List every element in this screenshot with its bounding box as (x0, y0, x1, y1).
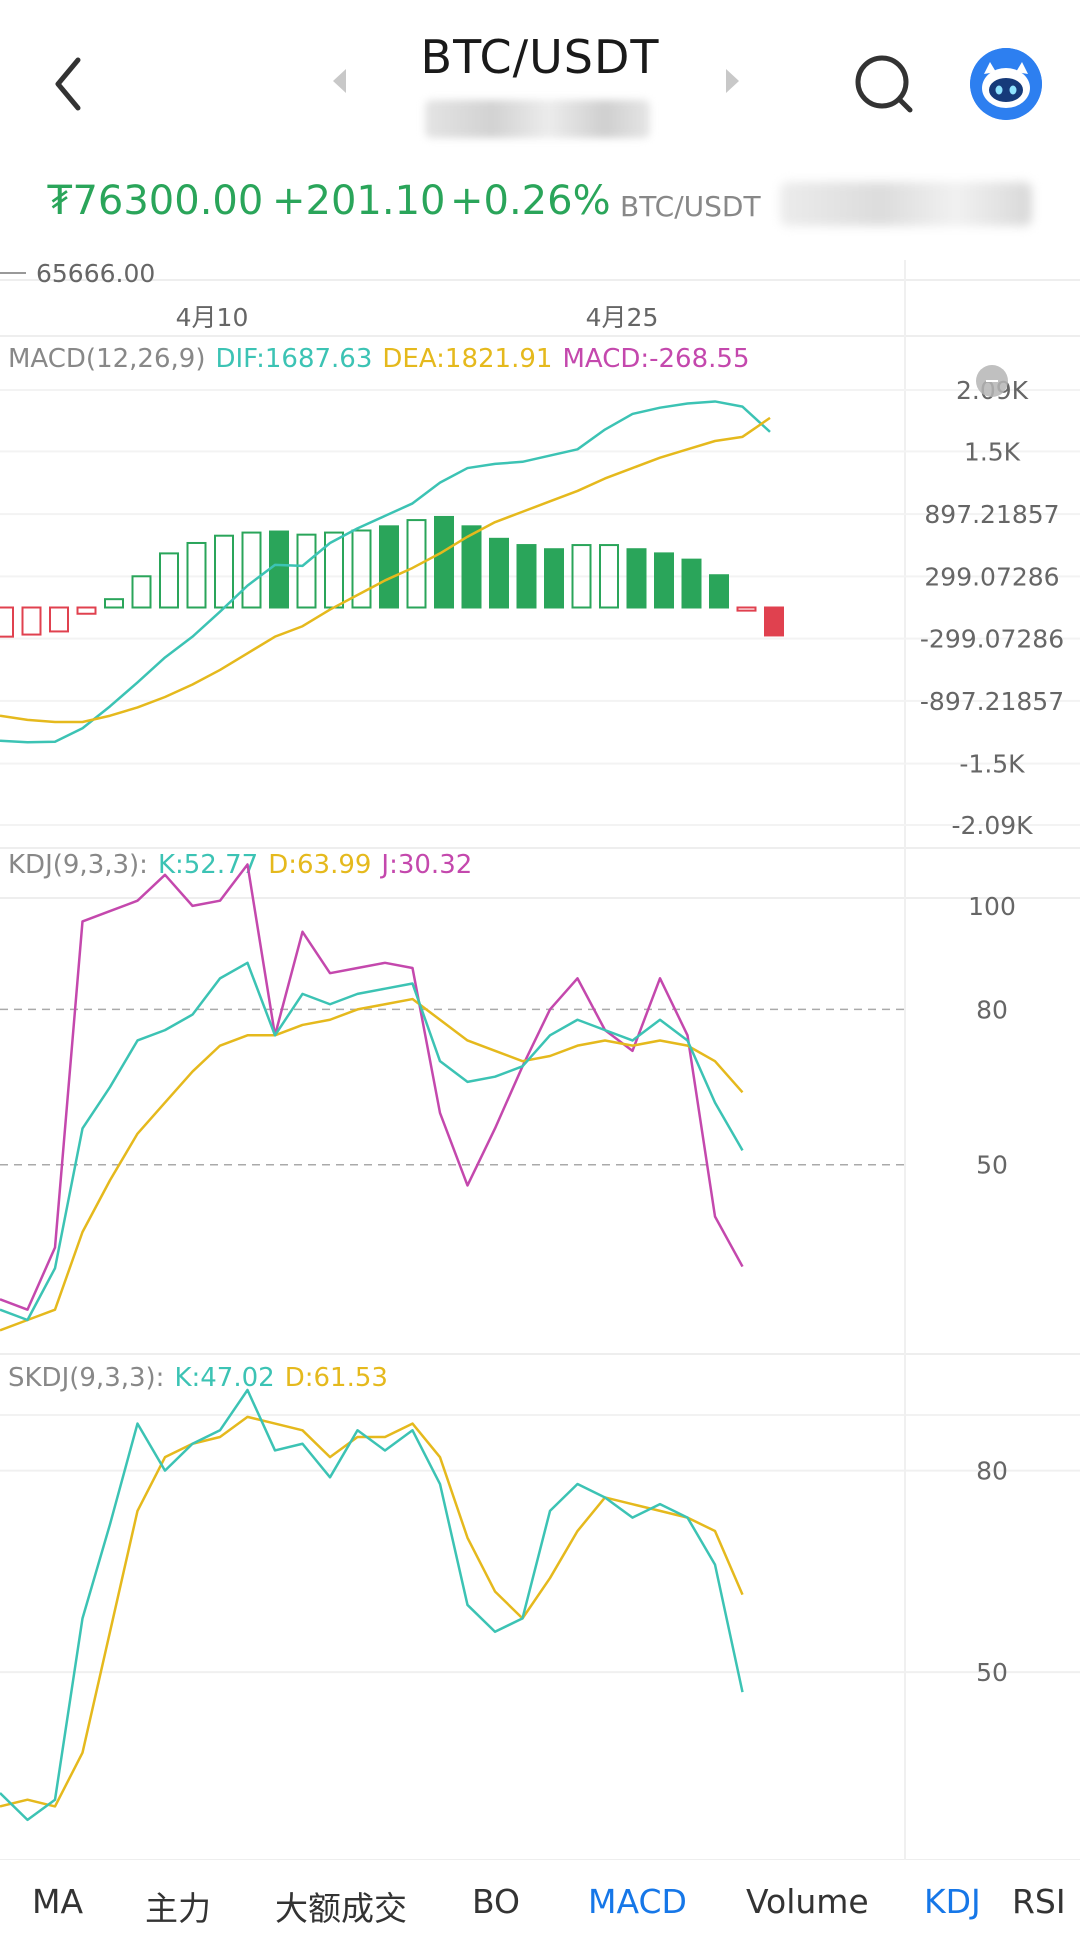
kdj-axis-label: 50 (976, 1151, 1008, 1180)
macd-bar (186, 541, 207, 609)
macd-axis-label: -2.09K (951, 811, 1033, 840)
macd-axis-label: -299.07286 (920, 625, 1064, 654)
macd-bar (489, 537, 509, 609)
legend-item: DIF:1687.63 (215, 344, 372, 374)
last-price: ₮76300.00 (47, 178, 264, 224)
skdj-legend: SKDJ(9,3,3): K:47.02 D:61.53 (8, 1363, 388, 1393)
date-tick-label: 4月25 (586, 303, 659, 332)
kdj-lines (0, 863, 744, 1332)
search-button[interactable] (850, 50, 920, 120)
tab-macd[interactable]: MACD (588, 1882, 687, 1921)
tab-大额成交[interactable]: 大额成交 (275, 1882, 407, 1930)
date-axis: 4月10 4月25 (176, 303, 659, 332)
k-line (0, 961, 744, 1322)
prev-pair-button[interactable] (330, 66, 350, 96)
indicator-tabs: MA 主力 大额成交 BO MACD Volume KDJ RSI (0, 1860, 1080, 1938)
macd-bar (709, 574, 729, 609)
indicator-chart[interactable]: 65666.00 4月10 4月25 MACD(12,26,9) DIF:1687.… (0, 240, 1080, 1860)
macd-bar (736, 606, 757, 612)
search-icon (855, 55, 913, 113)
back-button[interactable] (40, 50, 100, 120)
avatar[interactable] (970, 48, 1042, 120)
caret-right-icon (726, 69, 739, 93)
tab-ma[interactable]: MA (32, 1882, 83, 1921)
macd-bar (76, 606, 97, 615)
macd-bar (49, 606, 69, 633)
kdj-grid (0, 1008, 905, 1166)
legend-item: DEA:1821.91 (382, 344, 552, 374)
tab-主力[interactable]: 主力 (145, 1882, 211, 1930)
macd-bar (296, 533, 317, 609)
macd-bar (21, 606, 42, 636)
legend-item: D:63.99 (268, 850, 371, 880)
macd-legend: MACD(12,26,9) DIF:1687.63 DEA:1821.91 MACD:… (8, 344, 750, 374)
macd-bar (214, 534, 234, 609)
legend-item: KDJ(9,3,3): (8, 850, 148, 880)
pair-label: BTC/USDT (620, 190, 761, 223)
kdj-axis: 100 80 50 (968, 892, 1016, 1180)
macd-bar (434, 515, 454, 609)
macd-bar (379, 525, 399, 609)
subtitle-redacted (425, 100, 650, 138)
crosshair-knob[interactable] (976, 365, 1008, 397)
tab-bo[interactable]: BO (472, 1882, 520, 1921)
macd-axis-label: 897.21857 (924, 500, 1059, 529)
kdj-axis-label: 80 (976, 995, 1008, 1024)
macd-axis-label: -897.21857 (920, 687, 1064, 716)
tab-volume[interactable]: Volume (746, 1882, 869, 1921)
macd-bar (159, 552, 179, 609)
macd-bar (131, 575, 152, 609)
skdj-d-line (0, 1415, 744, 1808)
skdj-lines (0, 1388, 744, 1822)
tab-rsi[interactable]: RSI (1012, 1882, 1066, 1921)
skdj-k-line (0, 1388, 744, 1822)
price-change: +201.10 (272, 178, 446, 224)
price-change-percent: +0.26% (450, 178, 611, 224)
pair-info-redacted (780, 182, 1032, 226)
macd-bar (516, 544, 537, 609)
macd-axis-label: 1.5K (964, 437, 1021, 466)
legend-item: K:47.02 (174, 1363, 274, 1393)
chevron-left-icon (55, 57, 81, 111)
legend-item: MACD(12,26,9) (8, 344, 205, 374)
macd-bar (654, 552, 674, 609)
page-title: BTC/USDT (420, 30, 660, 84)
macd-bar (269, 530, 289, 609)
macd-axis: 2.09K1.5K897.21857299.07286-299.07286-89… (920, 376, 1064, 840)
legend-item: J:30.32 (379, 850, 472, 880)
macd-axis-label: 299.07286 (924, 562, 1059, 591)
chart-frame (0, 260, 1080, 1860)
skdj-axis-label: 50 (976, 1658, 1008, 1687)
macd-axis-label: -1.5K (959, 750, 1025, 779)
date-tick-label: 4月10 (176, 303, 249, 332)
legend-item: SKDJ(9,3,3): (8, 1363, 164, 1393)
macd-bar (681, 558, 702, 609)
macd-bar (544, 548, 564, 609)
skdj-grid (0, 1469, 1080, 1674)
caret-left-icon (333, 69, 346, 93)
next-pair-button[interactable] (722, 66, 742, 96)
skdj-axis: 80 50 (976, 1457, 1008, 1687)
macd-bar (626, 548, 647, 609)
macd-bar (0, 606, 14, 638)
legend-item: MACD:-268.55 (562, 344, 749, 374)
macd-bar (764, 606, 784, 637)
legend-item: K:52.77 (158, 850, 258, 880)
robot-avatar-icon (970, 48, 1042, 120)
macd-bar (104, 598, 124, 609)
legend-item: D:61.53 (285, 1363, 388, 1393)
tab-kdj[interactable]: KDJ (924, 1882, 981, 1921)
macd-bar (241, 531, 262, 609)
kdj-axis-label: 100 (968, 892, 1016, 921)
price-low-label: 65666.00 (36, 259, 155, 288)
skdj-axis-label: 80 (976, 1457, 1008, 1486)
